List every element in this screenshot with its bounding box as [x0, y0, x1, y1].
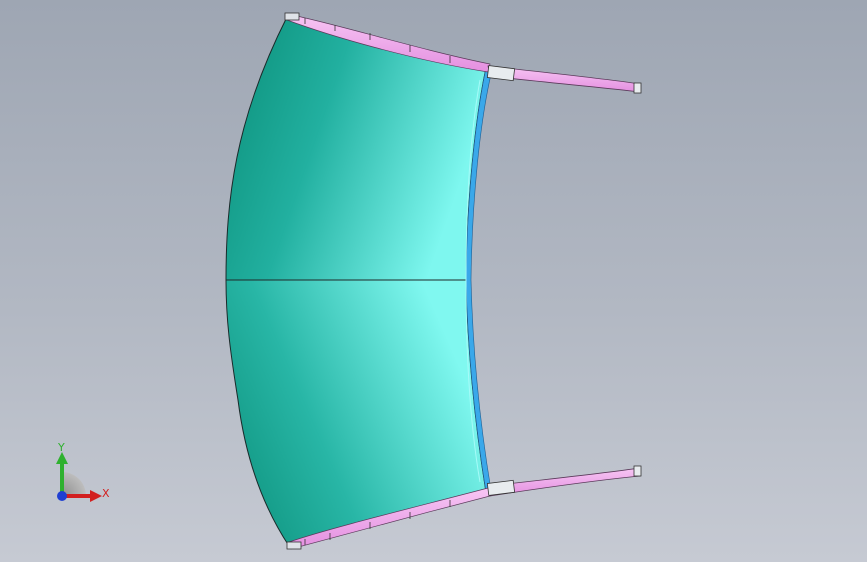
triad-z-axis — [57, 491, 67, 501]
triad-graphic — [56, 452, 102, 502]
triad-arc — [62, 472, 86, 496]
ear-loop-upper-tip[interactable] — [633, 82, 642, 94]
triad-x-arrowhead — [90, 490, 102, 502]
clip-top-left[interactable] — [284, 12, 300, 21]
graphics-viewport[interactable]: Y X — [0, 0, 867, 562]
triad-x-label: X — [102, 487, 110, 500]
reference-triad[interactable]: Y X — [40, 438, 120, 518]
model-scene[interactable] — [0, 0, 867, 562]
clip-bottom-left[interactable] — [286, 541, 302, 550]
ear-loop-lower-tip[interactable] — [633, 465, 642, 477]
ear-loop-upper-clip[interactable] — [486, 65, 516, 82]
triad-y-label: Y — [58, 441, 65, 454]
